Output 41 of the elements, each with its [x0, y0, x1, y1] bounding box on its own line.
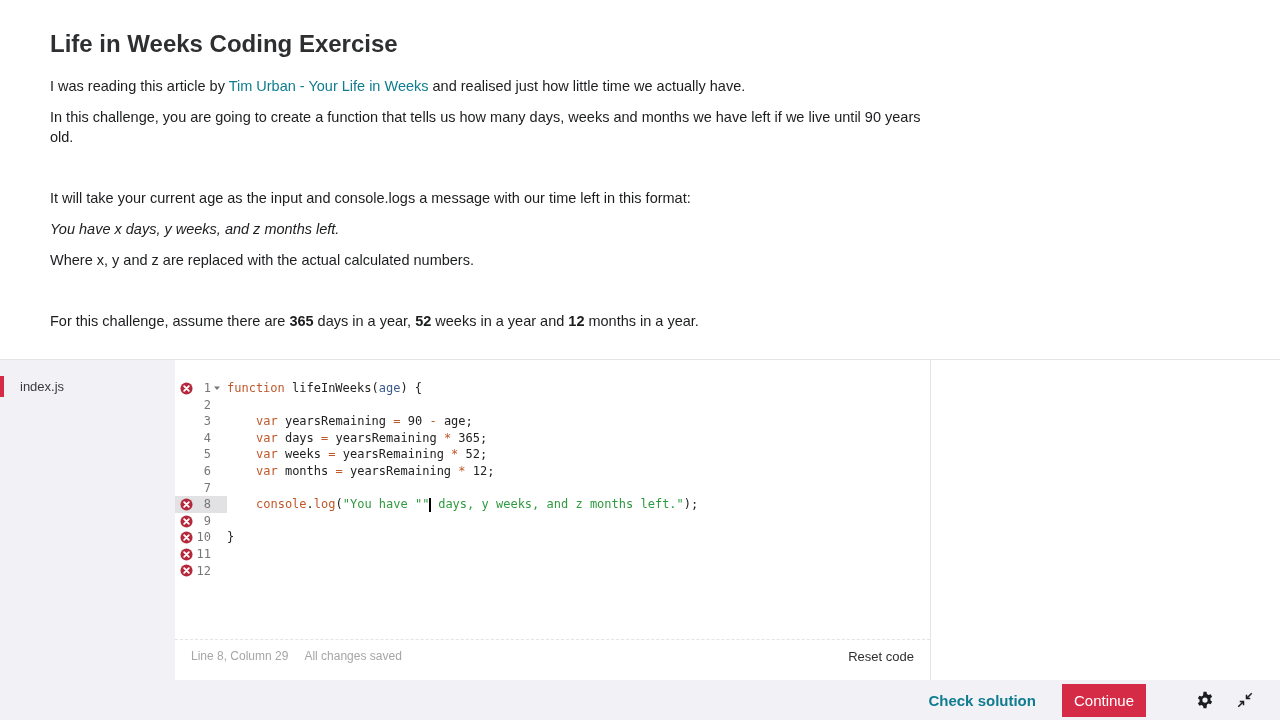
- code-line: function lifeInWeeks(age) {: [227, 381, 423, 395]
- line-number: 1: [202, 380, 211, 397]
- error-icon: [180, 381, 193, 395]
- line-number: 7: [202, 479, 211, 497]
- paragraph: I was reading this article by Tim Urban - Your Life in Weeks and realised just how little time we actually have.: [50, 77, 747, 96]
- paragraph: It will take your current age as the input and console.logs a message with our time left in this format:: [50, 189, 692, 208]
- article-link[interactable]: Tim Urban - Your Life in Weeks: [228, 78, 429, 94]
- line-number: 10: [195, 529, 211, 546]
- paragraph: Where x, y and z are replaced with the actual calculated numbers.: [50, 251, 475, 270]
- file-tab[interactable]: index.js: [0, 376, 175, 397]
- error-icon: [180, 497, 193, 511]
- line-number: 12: [195, 562, 211, 580]
- line-number: 5: [202, 446, 211, 463]
- paragraph: In this challenge, you are going to create a function that tells us how many days, weeks and months we have left if we live until 90 years old.: [50, 108, 922, 147]
- error-icon: [180, 564, 193, 578]
- save-status: All changes saved: [304, 649, 402, 663]
- settings-icon[interactable]: [1196, 691, 1214, 709]
- code-line: }: [227, 530, 235, 545]
- code-line: var yearsRemaining = 90 - age;: [256, 414, 473, 429]
- error-icon: [180, 514, 193, 528]
- line-number: 6: [202, 462, 211, 480]
- line-number: 3: [202, 413, 211, 430]
- format-example: You have x days, y weeks, and z months left.: [50, 220, 341, 239]
- code-line: console.log("You have "" days, y weeks, and z months left.");: [256, 497, 699, 512]
- line-number: 11: [195, 545, 211, 563]
- code-line: var days = yearsRemaining * 365;: [256, 430, 488, 445]
- reset-code-button[interactable]: Reset code: [848, 648, 914, 664]
- collapse-icon[interactable]: [1236, 691, 1254, 709]
- code-line: var weeks = yearsRemaining * 52;: [256, 447, 488, 462]
- code-line: var months = yearsRemaining * 12;: [256, 463, 495, 478]
- continue-button[interactable]: Continue: [1061, 683, 1146, 717]
- check-solution-button[interactable]: Check solution: [928, 691, 1036, 709]
- paragraph: For this challenge, assume there are 365 days in a year, 52 weeks in a year and 12 months in a year.: [50, 312, 700, 331]
- cursor-position: Line 8, Column 29: [191, 649, 289, 663]
- line-number: 2: [202, 396, 211, 414]
- line-number: 4: [202, 429, 211, 447]
- line-number: 9: [202, 512, 211, 530]
- exercise-title: Life in Weeks Coding Exercise: [50, 30, 399, 58]
- error-icon: [180, 531, 193, 545]
- error-icon: [180, 547, 193, 561]
- line-number: 8: [202, 496, 211, 513]
